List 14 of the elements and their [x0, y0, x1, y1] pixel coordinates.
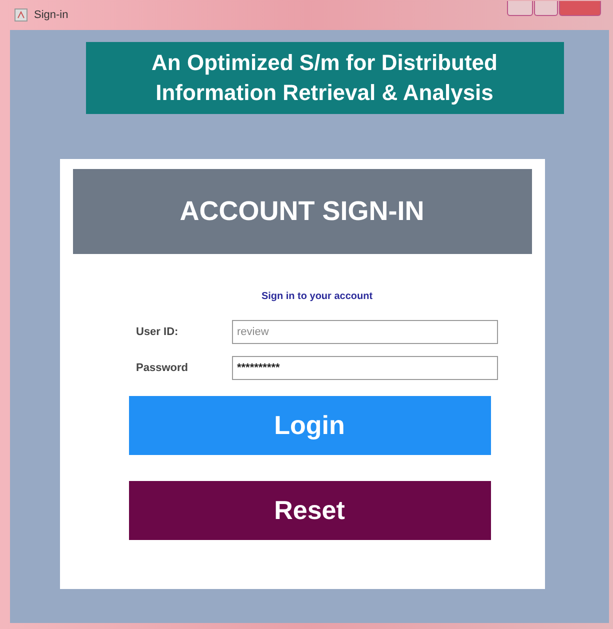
header-title: ACCOUNT SIGN-IN	[180, 196, 424, 227]
reset-button[interactable]: Reset	[128, 481, 490, 540]
minimize-button[interactable]	[507, 0, 533, 16]
subtitle: Sign in to your account	[261, 291, 373, 302]
input-field[interactable]: **********	[232, 356, 498, 380]
banner-text: Information Retrieval & Analysis	[156, 80, 494, 106]
field-label: User ID:	[136, 326, 180, 338]
close-button[interactable]	[559, 0, 601, 16]
window-icon	[14, 8, 28, 22]
input-field[interactable]: review	[232, 320, 498, 344]
banner-text: An Optimized S/m for Distributed	[152, 50, 498, 76]
window-title: Sign-in	[34, 9, 68, 21]
field-label: Password	[136, 362, 189, 374]
maximize-button[interactable]	[534, 0, 558, 16]
